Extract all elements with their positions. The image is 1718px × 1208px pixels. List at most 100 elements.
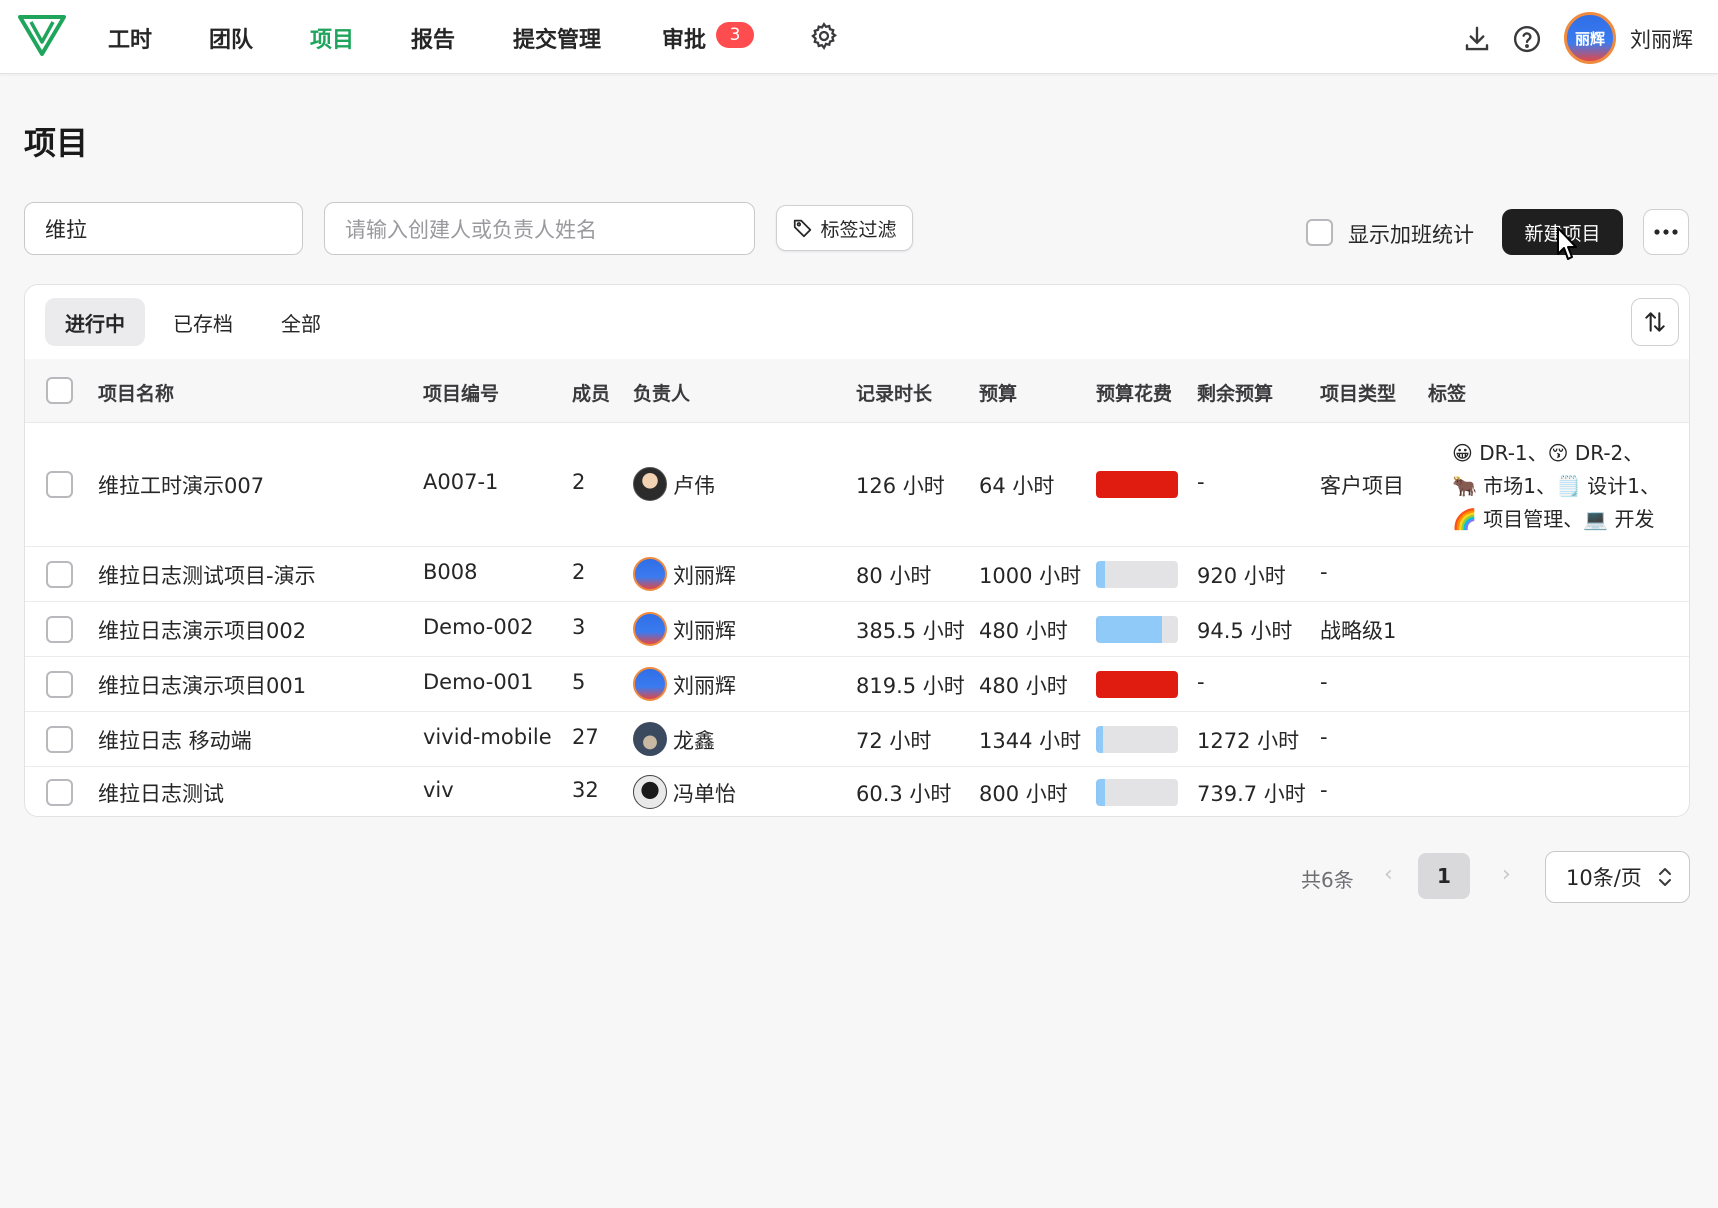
project-type: - — [1320, 670, 1328, 694]
owner-avatar — [633, 667, 667, 701]
column-header-project-type[interactable]: 项目类型 — [1320, 379, 1396, 406]
tag-line: 🌈 项目管理、💻 开发 — [1452, 507, 1655, 531]
settings-gear-icon[interactable] — [806, 18, 842, 54]
project-type: 战略级1 — [1320, 619, 1397, 643]
project-name[interactable]: 维拉日志演示项目001 — [98, 670, 306, 700]
owner-avatar — [633, 775, 667, 809]
member-count: 5 — [572, 670, 586, 694]
owner-avatar — [633, 612, 667, 646]
overtime-stats-checkbox[interactable] — [1306, 219, 1333, 246]
logged-hours: 819.5 小时 — [856, 674, 965, 698]
person-search-input[interactable]: 请输入创建人或负责人姓名 — [324, 202, 755, 255]
download-icon[interactable] — [1458, 20, 1496, 58]
project-name[interactable]: 维拉日志测试 — [98, 778, 224, 808]
row-checkbox[interactable] — [46, 671, 73, 698]
user-avatar[interactable]: 丽辉 — [1564, 12, 1616, 64]
pagination-page-button[interactable]: 1 — [1418, 853, 1470, 899]
tag-icon — [794, 219, 812, 238]
column-header-logged-hours[interactable]: 记录时长 — [856, 379, 932, 406]
project-search-input[interactable]: 维拉 — [24, 202, 303, 255]
tab-archived[interactable]: 已存档 — [153, 298, 253, 346]
table-row[interactable]: 维拉工时演示007 A007-1 2 卢伟 126 小时 64 小时 - 客户项… — [25, 423, 1689, 547]
budget-spent-bar — [1096, 779, 1178, 806]
table-row[interactable]: 维拉日志演示项目002 Demo-002 3 刘丽辉 385.5 小时 480 … — [25, 602, 1689, 657]
column-header-code[interactable]: 项目编号 — [423, 379, 499, 406]
row-checkbox[interactable] — [46, 561, 73, 588]
project-table-card: 进行中 已存档 全部 项目名称 项目编号 成员 负责人 记录时长 预算 预算花费… — [24, 284, 1690, 817]
project-code: A007-1 — [423, 470, 499, 494]
column-header-name[interactable]: 项目名称 — [98, 379, 174, 406]
budget-hours: 1344 小时 — [979, 729, 1082, 753]
table-row[interactable]: 维拉日志测试项目-演示 B008 2 刘丽辉 80 小时 1000 小时 920… — [25, 547, 1689, 602]
budget-hours: 64 小时 — [979, 474, 1055, 498]
pagination-next-chevron-right-icon[interactable]: › — [1502, 862, 1511, 887]
logged-hours: 126 小时 — [856, 474, 945, 498]
tag-line: 🐂 市场1、🗒️ 设计1、 — [1452, 474, 1660, 498]
select-all-checkbox[interactable] — [46, 377, 73, 404]
owner-name: 卢伟 — [673, 474, 715, 498]
page-size-select[interactable]: 10条/页 — [1545, 851, 1690, 903]
budget-hours: 800 小时 — [979, 782, 1068, 806]
tag-filter-label: 标签过滤 — [820, 218, 897, 241]
sort-button[interactable] — [1631, 298, 1679, 346]
owner-avatar — [633, 467, 667, 501]
project-name[interactable]: 维拉工时演示007 — [98, 470, 264, 500]
project-name[interactable]: 维拉日志演示项目002 — [98, 615, 306, 645]
username-label[interactable]: 刘丽辉 — [1630, 24, 1693, 54]
nav-item-reports[interactable]: 报告 — [411, 22, 455, 54]
approval-count-badge: 3 — [716, 22, 754, 48]
pagination-prev-chevron-left-icon[interactable]: ‹ — [1384, 862, 1393, 887]
row-checkbox[interactable] — [46, 471, 73, 498]
nav-item-approval[interactable]: 审批 — [662, 22, 706, 54]
tab-all[interactable]: 全部 — [261, 298, 341, 346]
column-header-remaining-budget[interactable]: 剩余预算 — [1197, 379, 1273, 406]
project-name[interactable]: 维拉日志 移动端 — [98, 725, 252, 755]
remaining-budget: 739.7 小时 — [1197, 782, 1306, 806]
member-count: 27 — [572, 725, 599, 749]
project-type: - — [1320, 725, 1328, 749]
budget-spent-bar — [1096, 616, 1178, 643]
tab-in-progress[interactable]: 进行中 — [45, 298, 145, 346]
owner-name: 刘丽辉 — [673, 619, 736, 643]
table-row[interactable]: 维拉日志 移动端 vivid-mobile 27 龙鑫 72 小时 1344 小… — [25, 712, 1689, 767]
app-logo-icon[interactable] — [18, 14, 66, 58]
table-row[interactable]: 维拉日志测试 viv 32 冯单怡 60.3 小时 800 小时 739.7 小… — [25, 767, 1689, 816]
table-row[interactable]: 维拉日志演示项目001 Demo-001 5 刘丽辉 819.5 小时 480 … — [25, 657, 1689, 712]
nav-item-timesheet[interactable]: 工时 — [108, 22, 152, 54]
column-header-budget[interactable]: 预算 — [979, 379, 1017, 406]
column-header-members[interactable]: 成员 — [572, 379, 610, 406]
budget-spent-bar — [1096, 561, 1178, 588]
owner-name: 刘丽辉 — [673, 564, 736, 588]
pagination-total: 共6条 — [1301, 868, 1354, 892]
member-count: 3 — [572, 615, 586, 639]
tag-filter-button[interactable]: 标签过滤 — [776, 205, 913, 251]
remaining-budget: 920 小时 — [1197, 564, 1286, 588]
nav-item-submission-management[interactable]: 提交管理 — [513, 22, 601, 54]
logged-hours: 60.3 小时 — [856, 782, 952, 806]
sort-arrows-icon — [1645, 312, 1665, 332]
budget-spent-bar — [1096, 726, 1178, 753]
budget-hours: 480 小时 — [979, 674, 1068, 698]
budget-spent-fill — [1099, 726, 1103, 753]
owner-name: 刘丽辉 — [673, 674, 736, 698]
column-header-tags[interactable]: 标签 — [1428, 379, 1466, 406]
project-name[interactable]: 维拉日志测试项目-演示 — [98, 560, 316, 590]
nav-item-team[interactable]: 团队 — [209, 22, 253, 54]
column-header-owner[interactable]: 负责人 — [633, 379, 690, 406]
nav-item-projects[interactable]: 项目 — [310, 22, 354, 54]
remaining-budget: - — [1197, 670, 1205, 694]
page-title: 项目 — [24, 124, 89, 162]
logged-hours: 80 小时 — [856, 564, 932, 588]
row-checkbox[interactable] — [46, 779, 73, 806]
more-options-button[interactable] — [1643, 209, 1689, 255]
row-checkbox[interactable] — [46, 726, 73, 753]
row-checkbox[interactable] — [46, 616, 73, 643]
logged-hours: 385.5 小时 — [856, 619, 965, 643]
owner-name: 冯单怡 — [673, 782, 736, 806]
help-question-icon[interactable] — [1508, 20, 1546, 58]
more-horizontal-icon — [1654, 229, 1678, 235]
budget-spent-bar — [1096, 471, 1178, 498]
column-header-budget-spent[interactable]: 预算花费 — [1096, 379, 1172, 406]
remaining-budget: - — [1197, 470, 1205, 494]
remaining-budget: 94.5 小时 — [1197, 619, 1293, 643]
